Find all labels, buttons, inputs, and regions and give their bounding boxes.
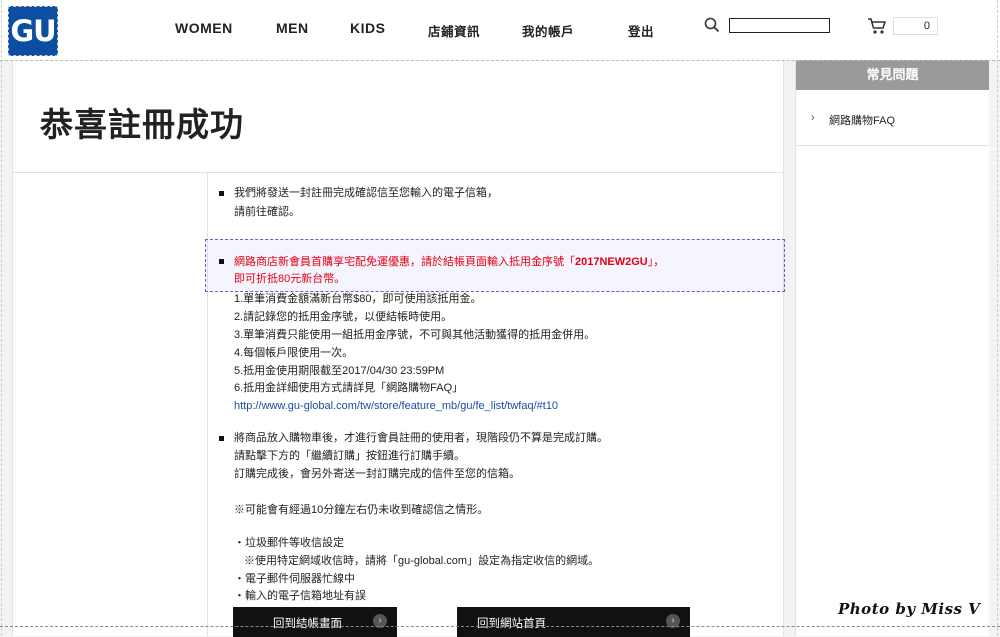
nav-men[interactable]: MEN <box>276 20 309 36</box>
reason-line: ・電子郵件伺服器忙線中 <box>234 573 355 585</box>
promo-text: 」， <box>647 256 665 268</box>
bullet <box>219 191 224 196</box>
bullet <box>219 259 224 264</box>
left-column <box>13 173 208 636</box>
rule-line: 6.抵用金詳細使用方式請詳見「網路購物FAQ」 <box>234 382 464 394</box>
faq-item-label: 網路購物FAQ <box>829 115 896 127</box>
back-to-home-button[interactable]: 回到網站首頁 › <box>457 607 690 637</box>
notice-line: 將商品放入購物車後，才進行會員註冊的使用者，現階段仍不算是完成訂購。 <box>234 432 608 444</box>
divider <box>0 626 1000 627</box>
promo-line: 即可折抵80元新台幣。 <box>234 273 346 285</box>
page-title: 恭喜註冊成功 <box>40 105 244 144</box>
notice-line: 我們將發送一封註冊完成確認信至您輸入的電子信箱， <box>234 187 498 199</box>
nav-logout[interactable]: 登出 <box>628 21 654 40</box>
nav-kids[interactable]: KIDS <box>350 20 385 36</box>
promo-line: 網路商店新會員首購享宅配免運優惠，請於結帳頁面輸入抵用金序號「2017NEW2G… <box>234 255 664 269</box>
divider <box>997 0 998 636</box>
title-area: 恭喜註冊成功 <box>13 60 783 173</box>
faq-link[interactable]: http://www.gu-global.com/tw/store/featur… <box>234 399 558 413</box>
chevron-right-icon: › <box>811 112 815 124</box>
search-input[interactable] <box>729 18 830 33</box>
rule-line: 5.抵用金使用期限截至2017/04/30 23:59PM <box>234 365 445 377</box>
nav-store-info[interactable]: 店鋪資訊 <box>428 21 480 40</box>
bullet <box>219 436 224 441</box>
button-label: 回到結帳畫面 <box>273 618 342 630</box>
faq-item[interactable]: › 網路購物FAQ <box>796 90 989 146</box>
nav-my-account[interactable]: 我的帳戶 <box>522 21 574 40</box>
rule-line: 2.請記錄您的抵用金序號，以便結帳時使用。 <box>234 311 453 323</box>
divider <box>0 60 1000 61</box>
photo-watermark: Photo by Miss V <box>838 600 981 618</box>
notice-line: 訂購完成後，會另外寄送一封訂購完成的信件至您的信箱。 <box>234 468 520 480</box>
notice-line: 請點擊下方的「繼續訂購」按鈕進行訂購手續。 <box>234 450 465 462</box>
cart-count[interactable]: 0 <box>893 17 938 35</box>
rule-line: 3.單筆消費只能使用一組抵用金序號，不可與其他活動獲得的抵用金併用。 <box>234 329 596 341</box>
cart-icon[interactable] <box>867 17 887 35</box>
promo-text: 網路商店新會員首購享宅配免運優惠，請於結帳頁面輸入抵用金序號「 <box>234 256 575 268</box>
reason-line: ・垃圾郵件等收信設定 <box>234 537 344 549</box>
button-label: 回到網站首頁 <box>477 618 546 630</box>
rule-line: 4.每個帳戶限使用一次。 <box>234 347 354 359</box>
main-content: 恭喜註冊成功 <box>12 60 784 636</box>
faq-header: 常見問題 <box>796 60 989 90</box>
divider <box>1 0 2 636</box>
search-icon[interactable] <box>704 17 720 33</box>
warning-text: ※可能會有經過10分鐘左右仍未收到確認信之情形。 <box>234 504 489 516</box>
back-to-checkout-button[interactable]: 回到結帳畫面 › <box>233 607 397 637</box>
site-header: GU WOMEN MEN KIDS 店鋪資訊 我的帳戶 登出 0 <box>0 0 1000 60</box>
gu-logo[interactable]: GU <box>8 6 58 56</box>
rule-line: 1.單筆消費金額滿新台幣$80，即可使用該抵用金。 <box>234 293 482 305</box>
reason-note: ※使用特定網域收信時，請將「gu-global.com」設定為指定收信的網域。 <box>244 555 600 567</box>
promo-code: 2017NEW2GU <box>575 256 648 268</box>
nav-women[interactable]: WOMEN <box>175 20 233 36</box>
sidebar: 常見問題 › 網路購物FAQ <box>795 60 989 636</box>
reason-line: ・輸入的電子信箱地址有誤 <box>234 590 366 602</box>
notice-line: 請前往確認。 <box>234 206 300 218</box>
